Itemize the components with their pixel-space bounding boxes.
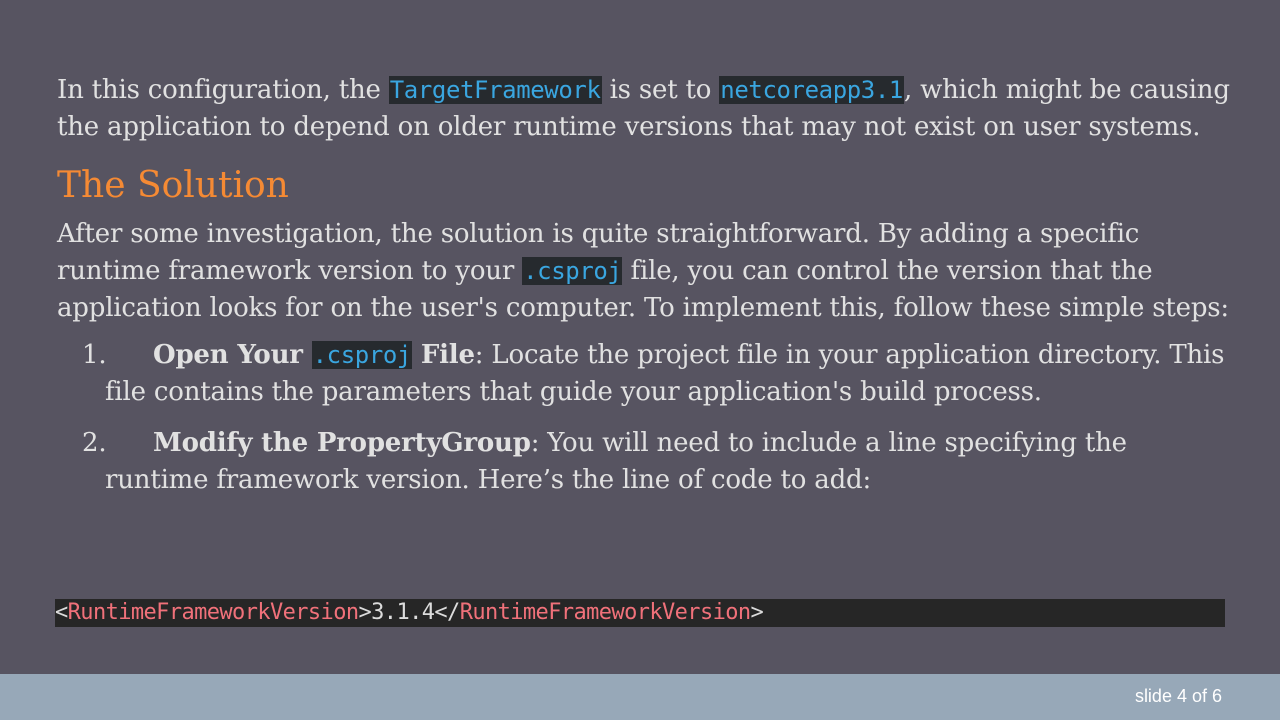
- slide-content: In this configuration, the TargetFramewo…: [57, 72, 1232, 513]
- inline-code-netcoreapp: netcoreapp3.1: [719, 76, 904, 104]
- solution-paragraph: After some investigation, the solution i…: [57, 216, 1232, 327]
- code-close-tag: RuntimeFrameworkVersion: [459, 600, 751, 625]
- list-number: 1.: [82, 340, 107, 370]
- section-heading: The Solution: [57, 165, 289, 206]
- step-title: Modify the PropertyGroup: [153, 428, 531, 458]
- list-item: 2. Modify the PropertyGroup: You will nee…: [57, 425, 1232, 499]
- inline-code-target-framework: TargetFramework: [388, 76, 602, 104]
- list-item: 1. Open Your .csproj File: Locate the pro…: [57, 337, 1232, 411]
- inline-code-csproj: .csproj: [522, 257, 623, 285]
- steps-list: 1. Open Your .csproj File: Locate the pro…: [57, 337, 1232, 499]
- step-title: Open Your: [153, 340, 312, 370]
- intro-text: In this configuration, the: [57, 75, 389, 105]
- slide-number: slide 4 of 6: [1134, 686, 1222, 706]
- list-number: 2.: [82, 428, 107, 458]
- inline-code-csproj: .csproj: [311, 341, 412, 369]
- intro-paragraph: In this configuration, the TargetFramewo…: [57, 72, 1232, 146]
- code-value: 3.1.4: [371, 600, 435, 625]
- footer-bar: slide 4 of 6: [0, 674, 1280, 720]
- code-open-tag: RuntimeFrameworkVersion: [67, 600, 359, 625]
- step-title-suffix: File: [411, 340, 475, 370]
- slide: In this configuration, the TargetFramewo…: [0, 0, 1280, 674]
- intro-text: is set to: [601, 75, 720, 105]
- code-block: <RuntimeFrameworkVersion>3.1.4</RuntimeF…: [55, 599, 1225, 627]
